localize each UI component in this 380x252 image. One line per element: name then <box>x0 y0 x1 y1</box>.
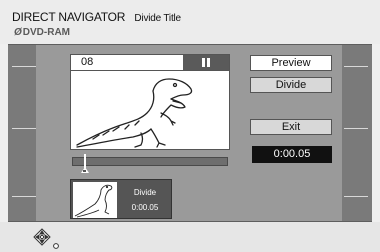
divide-thumbnail <box>73 182 117 218</box>
divide-point-card[interactable]: Divide 0:00.05 <box>70 179 172 219</box>
position-arrow-inner <box>83 170 86 172</box>
preview-button[interactable]: Preview <box>250 55 332 71</box>
divide-button[interactable]: Divide <box>250 77 332 93</box>
dvd-recorder-screen: DIRECT NAVIGATOR Divide Title ØDVD-RAM 0… <box>0 0 380 252</box>
disc-type: ØDVD-RAM <box>14 27 70 38</box>
pause-icon <box>202 58 210 67</box>
exit-button[interactable]: Exit <box>250 119 332 135</box>
band-tick <box>344 128 368 129</box>
band-tick <box>12 196 36 197</box>
progress-bar[interactable] <box>72 157 228 166</box>
time-display: 0:00.05 <box>252 146 332 163</box>
disc-icon: Ø <box>14 27 22 38</box>
divide-time: 0:00.05 <box>131 203 159 212</box>
band-tick <box>12 128 36 129</box>
header: DIRECT NAVIGATOR Divide Title ØDVD-RAM <box>0 0 380 44</box>
preview-status-bar: 08 <box>71 55 229 71</box>
navigator-title: DIRECT NAVIGATOR <box>12 10 126 24</box>
title-number: 08 <box>81 56 94 68</box>
dinosaur-image <box>76 78 193 148</box>
screen-title: DIRECT NAVIGATOR Divide Title <box>12 10 181 24</box>
band-tick <box>344 196 368 197</box>
band-tick <box>344 66 368 67</box>
band-tick <box>12 66 36 67</box>
preview-window: 08 <box>70 54 230 150</box>
band-top-divider <box>8 44 372 45</box>
divide-label: Divide <box>133 188 157 197</box>
disc-label: DVD-RAM <box>22 27 70 38</box>
playback-state <box>183 55 229 70</box>
progress-position-marker[interactable] <box>84 154 86 168</box>
screen-subtitle: Divide Title <box>134 13 181 24</box>
navigation-cross-icon <box>33 228 59 249</box>
